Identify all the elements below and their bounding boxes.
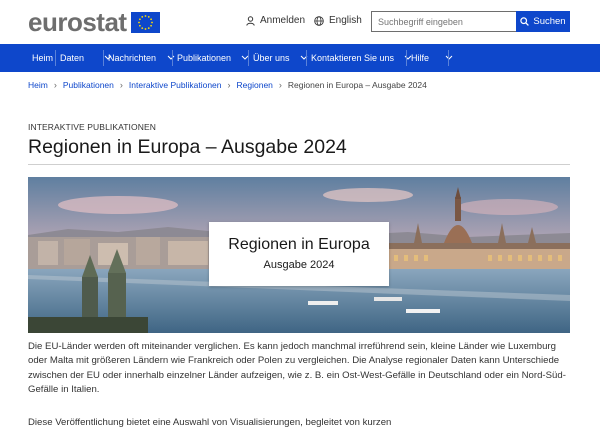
breadcrumb-home[interactable]: Heim [28,80,48,90]
nav-item-publications[interactable]: Publikationen [177,44,251,72]
intro-paragraph: Die EU-Länder werden oft miteinander ver… [28,341,566,395]
nav-label: Kontaktieren Sie uns [311,53,395,63]
nav-divider [406,50,407,66]
nav-label: Heim [32,53,54,63]
nav-divider [55,50,56,66]
hero-subtitle: Ausgabe 2024 [263,259,335,271]
chevron-down-icon [167,55,175,60]
nav-item-contact[interactable]: Kontaktieren Sie uns [311,44,414,72]
breadcrumb-current: Regionen in Europa – Ausgabe 2024 [287,80,427,90]
nav-item-news[interactable]: Nachrichten [108,44,176,72]
nav-label: Nachrichten [108,53,157,63]
nav-divider [306,50,307,66]
nav-item-about[interactable]: Über uns [253,44,310,72]
main-navigation: Heim Daten Nachrichten Publikationen Übe… [0,44,600,72]
chevron-right-icon: › [278,80,282,90]
page-title: Regionen in Europa – Ausgabe 2024 [28,136,347,158]
chevron-down-icon [445,55,453,60]
eu-flag-icon [130,11,160,33]
search-button-label: Suchen [533,16,566,27]
breadcrumb: Heim › Publikationen › Interaktive Publi… [28,80,427,90]
title-divider [28,164,570,165]
breadcrumb-interactive-publications[interactable]: Interaktive Publikationen [129,80,222,90]
search-icon [520,17,530,26]
second-paragraph: Diese Veröffentlichung bietet eine Auswa… [28,417,392,428]
logo-text: eurostat [28,7,127,37]
nav-divider [448,50,449,66]
login-link[interactable]: Anmelden [246,15,305,26]
chevron-right-icon: › [227,80,231,90]
search-input[interactable] [371,11,516,32]
language-label: English [329,15,362,26]
page-kicker: INTERAKTIVE PUBLIKATIONEN [28,122,156,132]
breadcrumb-regions[interactable]: Regionen [237,80,273,90]
nav-label: Publikationen [177,53,232,63]
hero-banner: Regionen in Europa Ausgabe 2024 [28,177,570,333]
nav-divider [248,50,249,66]
nav-divider [103,50,104,66]
chevron-right-icon: › [53,80,57,90]
breadcrumb-publications[interactable]: Publikationen [63,80,114,90]
nav-item-home[interactable]: Heim [32,44,53,72]
user-icon [246,15,255,26]
nav-label: Hilfe [411,53,430,63]
globe-icon [314,15,324,26]
eurostat-logo[interactable]: eurostat [28,8,160,36]
nav-divider [172,50,173,66]
site-header: eurostat Anmelden English Suchen [0,0,600,44]
nav-label: Über uns [253,53,290,63]
hero-title: Regionen in Europa [228,236,370,253]
chevron-down-icon [300,55,307,60]
login-label: Anmelden [260,15,306,26]
hero-title-card: Regionen in Europa Ausgabe 2024 [209,222,389,286]
chevron-right-icon: › [119,80,123,90]
nav-label: Daten [60,53,85,63]
search-button[interactable]: Suchen [516,11,570,32]
language-switcher[interactable]: English [314,15,362,26]
nav-item-data[interactable]: Daten [60,44,114,72]
